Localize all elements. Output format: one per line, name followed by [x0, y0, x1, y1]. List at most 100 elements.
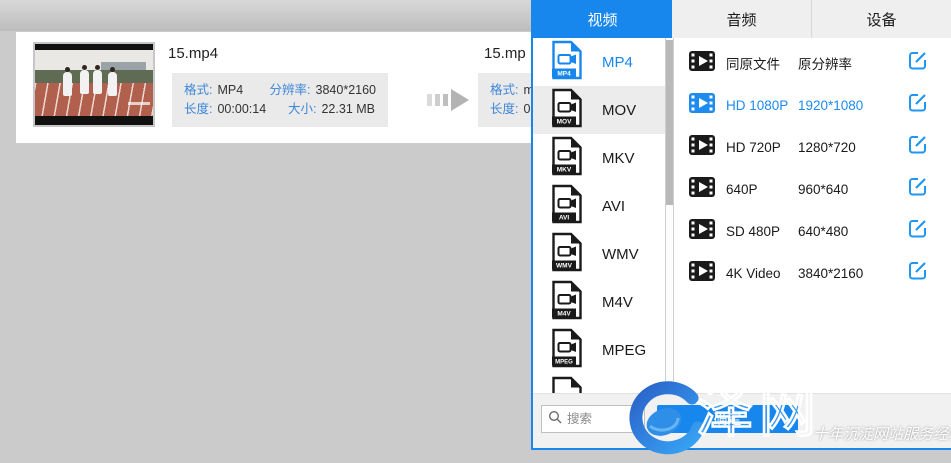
source-duration: 长度: 00:00:14 [184, 100, 288, 119]
quality-resolution: 原分辨率 [798, 53, 908, 73]
mov-file-icon: MOV [550, 88, 584, 133]
search-input[interactable] [567, 412, 637, 426]
quality-row-640p[interactable]: 640P 960*640 [674, 168, 951, 210]
thumbnail-person [63, 72, 72, 96]
film-icon [688, 217, 718, 246]
format-search-box[interactable] [541, 405, 645, 433]
quality-row-4k[interactable]: 4K Video 3840*2160 [674, 252, 951, 294]
format-item-m4v[interactable]: M4V M4V [533, 278, 665, 326]
edit-icon[interactable] [908, 93, 927, 117]
quality-row-hd1080p[interactable]: HD 1080P 1920*1080 [674, 84, 951, 126]
format-item-mp4[interactable]: MP4 MP4 [533, 38, 665, 86]
source-resolution-value: 3840*2160 [316, 83, 376, 97]
film-icon [688, 49, 718, 78]
thumbnail-person [80, 70, 89, 94]
search-icon [548, 410, 562, 429]
avi-file-icon: AVI [550, 184, 584, 229]
format-label: AVI [602, 198, 625, 215]
edit-icon[interactable] [908, 261, 927, 285]
panel-tabbar: 视频 音频 设备 [533, 0, 951, 38]
video-thumbnail[interactable] [33, 42, 155, 127]
source-size: 大小:22.31 MB [288, 100, 375, 119]
thumbnail-person [108, 72, 117, 96]
quality-row-sd480p[interactable]: SD 480P 640*480 [674, 210, 951, 252]
partial-file-icon [550, 376, 584, 394]
format-label: M4V [602, 294, 633, 311]
quality-label: 同原文件 [726, 53, 798, 73]
convert-arrow-icon [425, 87, 473, 113]
source-size-label: 大小: [288, 102, 316, 116]
panel-bottombar: 确定 [533, 393, 951, 448]
format-column: MP4 MP4 MOV [533, 38, 674, 393]
quality-resolution: 3840*2160 [798, 266, 908, 281]
format-item-wmv[interactable]: WMV WMV [533, 230, 665, 278]
svg-text:MKV: MKV [557, 166, 572, 173]
film-icon [688, 175, 718, 204]
format-label: MKV [602, 150, 635, 167]
target-duration: 长度: 0 [490, 100, 530, 119]
source-resolution-label: 分辨率: [270, 83, 311, 97]
quality-row-hd720p[interactable]: HD 720P 1280*720 [674, 126, 951, 168]
quality-resolution: 640*480 [798, 224, 908, 239]
thumbnail-person [93, 70, 102, 94]
wmv-file-icon: WMV [550, 232, 584, 277]
format-label: MPEG [602, 342, 646, 359]
tab-audio[interactable]: 音频 [672, 0, 811, 38]
quality-resolution: 1280*720 [798, 140, 908, 155]
target-format-label: 格式: [490, 83, 518, 97]
source-resolution: 分辨率: 3840*2160 [270, 81, 376, 100]
thumbnail-scene [35, 50, 153, 116]
edit-icon[interactable] [908, 219, 927, 243]
svg-text:WMV: WMV [556, 262, 573, 269]
mp4-file-icon: MP4 [550, 40, 584, 85]
quality-row-original[interactable]: 同原文件 原分辨率 [674, 42, 951, 84]
format-item-avi[interactable]: AVI AVI [533, 182, 665, 230]
quality-label: SD 480P [726, 224, 798, 239]
scrollbar-thumb[interactable] [666, 40, 673, 205]
format-label: WMV [602, 246, 639, 263]
quality-label: HD 1080P [726, 98, 798, 113]
target-format: 格式:m [490, 81, 534, 100]
edit-icon[interactable] [908, 135, 927, 159]
target-duration-label: 长度: [490, 102, 518, 116]
format-item-mpeg[interactable]: MPEG MPEG [533, 326, 665, 374]
svg-text:MPEG: MPEG [555, 359, 573, 365]
format-picker-panel: 视频 音频 设备 MP4 [531, 0, 951, 450]
source-format: 格式: MP4 [184, 81, 270, 100]
format-item-mkv[interactable]: MKV MKV [533, 134, 665, 182]
svg-text:MOV: MOV [557, 118, 572, 125]
source-duration-label: 长度: [184, 102, 212, 116]
quality-resolution: 1920*1080 [798, 98, 908, 113]
quality-label: 640P [726, 182, 798, 197]
svg-text:AVI: AVI [559, 214, 570, 221]
source-duration-value: 00:00:14 [217, 102, 266, 116]
film-icon [688, 91, 718, 120]
mpeg-file-icon: MPEG [550, 328, 584, 373]
format-list: MP4 MP4 MOV [533, 38, 665, 393]
tab-video[interactable]: 视频 [533, 0, 672, 38]
m4v-file-icon: M4V [550, 280, 584, 325]
film-icon [688, 259, 718, 288]
svg-text:M4V: M4V [557, 310, 571, 317]
format-item-partial[interactable] [533, 374, 665, 393]
thumbnail-watermark [128, 102, 150, 105]
target-file-name: 15.mp [484, 45, 526, 62]
svg-text:MP4: MP4 [557, 70, 571, 77]
edit-icon[interactable] [908, 51, 927, 75]
quality-label: 4K Video [726, 266, 798, 281]
source-format-label: 格式: [184, 83, 212, 97]
source-info-box: 格式: MP4 分辨率: 3840*2160 长度: 00:00:14 大小:22.3… [172, 73, 388, 127]
edit-icon[interactable] [908, 177, 927, 201]
confirm-button[interactable]: 确定 [657, 405, 798, 433]
mkv-file-icon: MKV [550, 136, 584, 181]
format-scrollbar[interactable] [665, 38, 674, 393]
tab-device[interactable]: 设备 [811, 0, 951, 38]
target-duration-value: 0 [523, 102, 530, 116]
film-icon [688, 133, 718, 162]
source-file-name: 15.mp4 [168, 45, 218, 62]
format-item-mov[interactable]: MOV MOV [533, 86, 665, 134]
source-format-value: MP4 [217, 83, 243, 97]
quality-list: 同原文件 原分辨率 [674, 38, 951, 393]
quality-label: HD 720P [726, 140, 798, 155]
format-label: MOV [602, 102, 636, 119]
